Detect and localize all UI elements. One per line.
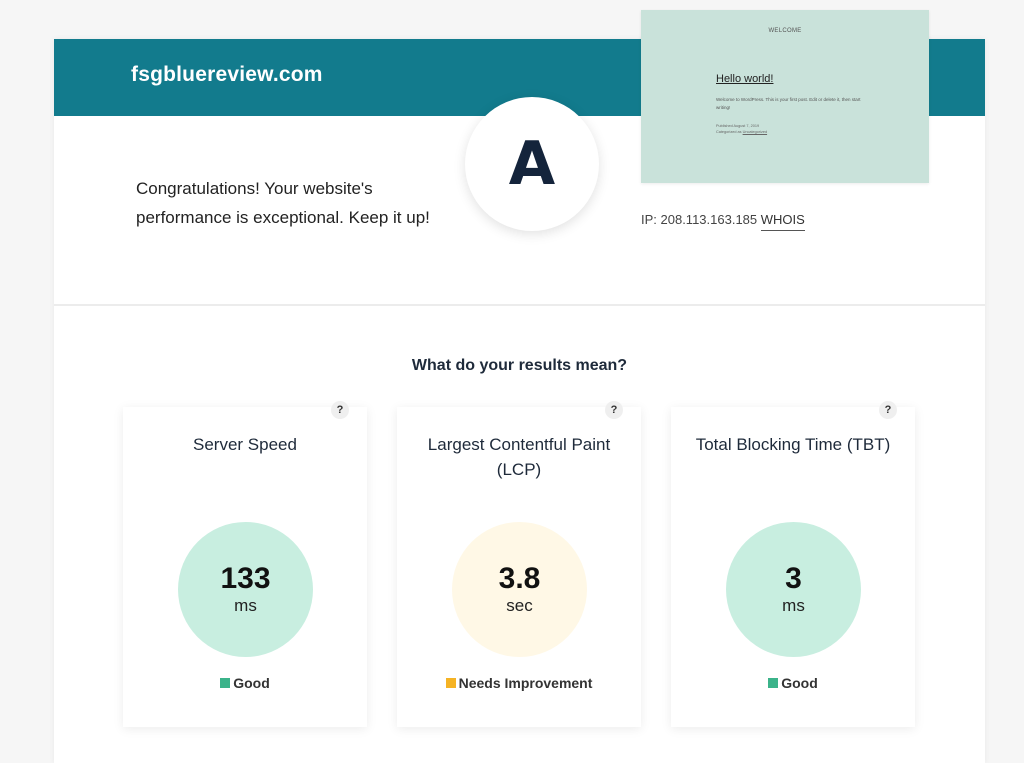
grade-badge: A bbox=[465, 97, 599, 231]
preview-meta-prefix: Categorized as bbox=[716, 130, 743, 134]
preview-post-body: Welcome to WordPress. This is your first… bbox=[716, 97, 861, 110]
preview-post-title: Hello world! bbox=[716, 73, 774, 85]
metric-value-ring: 3 ms bbox=[726, 522, 861, 657]
metric-unit: sec bbox=[506, 595, 533, 615]
preview-meta-link: Uncategorized bbox=[742, 130, 768, 134]
help-icon[interactable]: ? bbox=[879, 401, 897, 419]
ip-address: IP: 208.113.163.185 bbox=[641, 212, 758, 227]
metric-status-label: Good bbox=[233, 675, 270, 691]
metric-unit: ms bbox=[782, 595, 805, 615]
metric-unit: ms bbox=[234, 595, 257, 615]
metric-card-server-speed: ? Server Speed 133 ms Good bbox=[123, 401, 367, 727]
preview-welcome: WELCOME bbox=[768, 28, 802, 34]
metric-status-label: Good bbox=[781, 675, 818, 691]
preview-meta-category: Categorized as Uncategorized bbox=[716, 129, 866, 135]
metric-title: Total Blocking Time (TBT) bbox=[695, 435, 891, 454]
ip-info: IP: 208.113.163.185 WHOIS bbox=[641, 212, 805, 231]
report-card: fsgbluereview.com WELCOME Hello world! W… bbox=[54, 10, 985, 763]
metric-status: Good bbox=[671, 675, 915, 691]
results-heading: What do your results mean? bbox=[411, 357, 628, 374]
metric-value: 133 bbox=[220, 561, 271, 595]
section-divider bbox=[54, 304, 985, 306]
whois-link[interactable]: WHOIS bbox=[760, 212, 805, 231]
metric-status: Good bbox=[123, 675, 367, 691]
metric-value-ring: 133 ms bbox=[178, 522, 313, 657]
metric-value-ring: 3.8 sec bbox=[452, 522, 587, 657]
metric-card-tbt: ? Total Blocking Time (TBT) 3 ms Good bbox=[671, 401, 915, 727]
help-icon[interactable]: ? bbox=[605, 401, 623, 419]
site-domain: fsgbluereview.com bbox=[131, 63, 323, 86]
metric-value: 3.8 bbox=[498, 561, 541, 595]
performance-message: Congratulations! Your website's performa… bbox=[136, 179, 430, 227]
help-icon[interactable]: ? bbox=[331, 401, 349, 419]
preview-post-meta: Published August 7, 2019 Categorized as … bbox=[716, 123, 866, 135]
metric-value: 3 bbox=[785, 561, 802, 595]
metric-title: Server Speed bbox=[193, 435, 297, 454]
status-good-icon bbox=[768, 678, 779, 688]
status-good-icon bbox=[220, 678, 231, 688]
status-warning-icon bbox=[445, 678, 456, 688]
metric-card-lcp: ? Largest Contentful Paint (LCP) 3.8 sec… bbox=[397, 401, 641, 727]
grade-letter: A bbox=[508, 129, 556, 199]
metric-status: Needs Improvement bbox=[397, 675, 641, 691]
site-screenshot-preview: WELCOME Hello world! Welcome to WordPres… bbox=[641, 10, 929, 183]
metric-status-label: Needs Improvement bbox=[458, 675, 593, 691]
metric-title: Largest Contentful Paint (LCP) bbox=[427, 435, 611, 479]
